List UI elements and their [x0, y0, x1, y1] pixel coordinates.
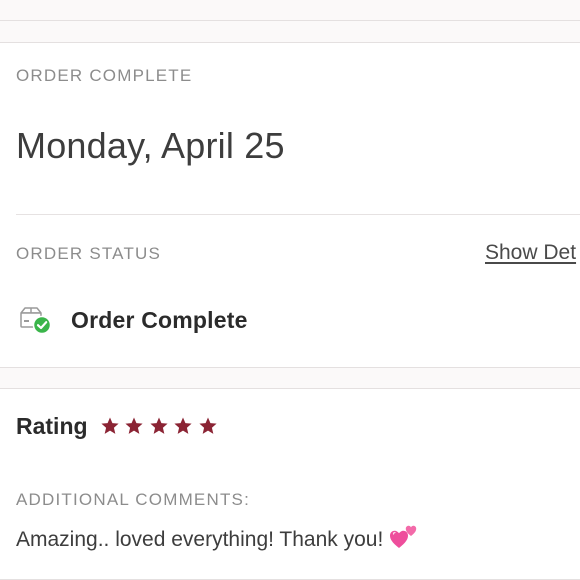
- rating-label: Rating: [16, 412, 88, 439]
- order-detail-page: ORDER COMPLETE Monday, April 25 ORDER ST…: [0, 0, 580, 580]
- star-icon: [125, 417, 143, 434]
- star-icon: [198, 417, 217, 434]
- two-hearts-icon: [389, 522, 419, 550]
- order-date-heading: Monday, April 25: [16, 125, 285, 166]
- top-divider: [0, 20, 580, 21]
- order-complete-label: ORDER COMPLETE: [16, 66, 193, 85]
- order-status-row: Order Complete: [18, 303, 248, 337]
- star-icon: [174, 417, 192, 434]
- rating-row: Rating: [16, 409, 222, 443]
- additional-comments-label: ADDITIONAL COMMENTS:: [16, 490, 250, 509]
- star-icon: [100, 417, 119, 434]
- star-icon: [149, 417, 168, 434]
- show-details-link[interactable]: Show Det: [485, 241, 576, 265]
- comment-row: Amazing.. loved everything! Thank you!: [16, 525, 419, 554]
- rating-stars: [100, 416, 223, 436]
- package-check-icon: [18, 305, 52, 335]
- section-divider: [16, 214, 580, 215]
- order-card: ORDER COMPLETE Monday, April 25 ORDER ST…: [0, 42, 580, 368]
- comment-text: Amazing.. loved everything! Thank you!: [16, 528, 384, 551]
- order-status-text: Order Complete: [71, 306, 248, 333]
- rating-card: Rating ADDITIONAL COMMENTS: Amazing.. lo…: [0, 388, 580, 580]
- order-status-label: ORDER STATUS: [16, 244, 162, 263]
